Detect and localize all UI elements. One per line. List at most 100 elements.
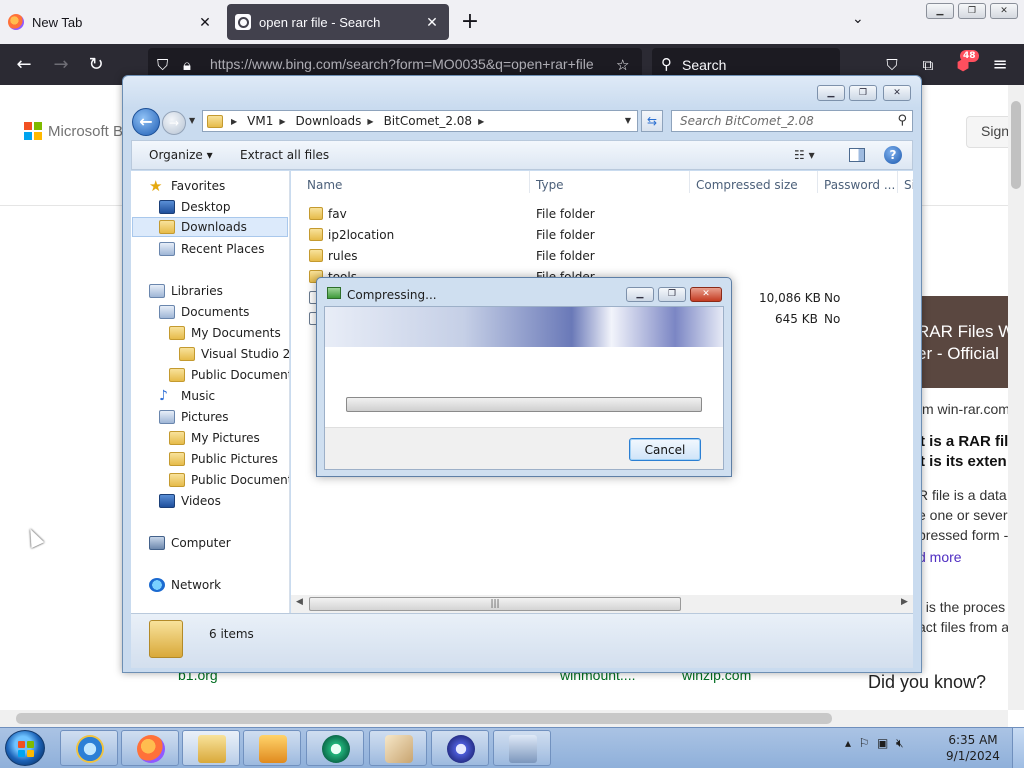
address-bar[interactable]: ▶ VM1 ▶ Downloads ▶ BitComet_2.08 ▶ ▼ (202, 110, 638, 132)
scroll-left-icon[interactable]: ◀ (296, 597, 303, 607)
breadcrumb-item[interactable]: BitComet_2.08 (384, 114, 473, 128)
lock-icon[interactable]: 🔒︎ (183, 56, 191, 74)
back-arrow-icon[interactable]: ← (132, 108, 160, 136)
refresh-button[interactable]: ⇆ (641, 110, 663, 132)
scrollbar-thumb[interactable]: ||| (309, 597, 681, 611)
nav-favorites[interactable]: ★ Favorites (149, 176, 225, 196)
search-input[interactable]: Search BitComet_2.08 ⚲ (671, 110, 913, 132)
file-row[interactable]: fav File folder (291, 204, 913, 225)
dialog-title-bar[interactable]: Compressing... ▁ ❐ ✕ (317, 278, 731, 308)
maximize-button[interactable]: ❐ (658, 287, 686, 302)
file-row[interactable]: ip2location File folder (291, 225, 913, 246)
side-source[interactable]: m win-rar.com (922, 401, 1010, 417)
nav-public-documents[interactable]: Public Documents (169, 365, 289, 385)
page-vertical-scrollbar[interactable] (1008, 85, 1024, 710)
nav-public-documents-2[interactable]: Public Documents (169, 470, 289, 490)
close-icon[interactable]: ✕ (423, 13, 441, 31)
taskbar-visual-studio[interactable] (431, 730, 489, 766)
breadcrumb-separator-icon[interactable]: ▶ (279, 117, 285, 126)
taskbar-firefox[interactable] (121, 730, 179, 766)
column-header-name[interactable]: Name (307, 178, 342, 192)
back-arrow-icon[interactable]: ← (12, 53, 36, 77)
breadcrumb-separator-icon[interactable]: ▶ (367, 117, 373, 126)
compressing-dialog: Compressing... ▁ ❐ ✕ Cancel (316, 277, 732, 477)
extract-all-button[interactable]: Extract all files (240, 148, 329, 162)
chevron-down-icon[interactable]: ▼ (625, 116, 631, 125)
close-icon[interactable]: ✕ (196, 13, 214, 31)
side-card-title[interactable]: RAR Files W er - Official (917, 321, 1014, 365)
explorer-title-bar[interactable]: ▁ ❐ ✕ (123, 76, 921, 108)
taskbar-media-player[interactable] (243, 730, 301, 766)
column-header-type[interactable]: Type (536, 178, 564, 192)
nav-recent-places[interactable]: Recent Places (159, 239, 264, 259)
file-list-horizontal-scrollbar[interactable]: ◀ ||| ▶ (291, 595, 913, 613)
chevron-down-icon[interactable]: ⌄ (852, 11, 864, 27)
firefox-icon (137, 735, 165, 763)
maximize-button[interactable]: ❐ (849, 85, 877, 101)
start-button[interactable] (5, 730, 45, 766)
preview-pane-icon[interactable] (849, 148, 865, 162)
menu-icon[interactable]: ≡ (988, 53, 1012, 77)
side-body-line: t is the proces (918, 599, 1006, 615)
nav-visual-studio[interactable]: Visual Studio 201 (179, 344, 289, 364)
breadcrumb-item[interactable]: VM1 (247, 114, 273, 128)
shield-icon[interactable]: ⛉ (157, 56, 168, 74)
minimize-button[interactable]: ▁ (926, 3, 954, 19)
nav-libraries[interactable]: Libraries (149, 281, 223, 301)
recent-pages-dropdown-icon[interactable]: ▼ (189, 116, 195, 125)
nav-network[interactable]: Network (149, 575, 221, 595)
minimize-button[interactable]: ▁ (817, 85, 845, 101)
compress-icon (327, 287, 341, 299)
reload-icon[interactable]: ↻ (84, 53, 108, 77)
close-dialog-button[interactable]: ✕ (690, 287, 722, 302)
nav-desktop[interactable]: Desktop (159, 197, 231, 217)
nav-public-pictures[interactable]: Public Pictures (169, 449, 278, 469)
taskbar-app-green[interactable] (306, 730, 364, 766)
taskbar-paint[interactable] (369, 730, 427, 766)
breadcrumb-separator-icon[interactable]: ▶ (231, 117, 237, 126)
nav-my-documents[interactable]: My Documents (169, 323, 281, 343)
nav-documents[interactable]: Documents (159, 302, 249, 322)
organize-button[interactable]: Organize ▾ (149, 148, 213, 162)
microsoft-bing-logo[interactable]: Microsoft Bi (24, 122, 126, 140)
nav-pictures[interactable]: Pictures (159, 407, 229, 427)
forward-arrow-icon[interactable]: → (162, 111, 186, 135)
search-icon (235, 14, 251, 30)
breadcrumb-item[interactable]: Downloads (296, 114, 362, 128)
close-window-button[interactable]: ✕ (990, 3, 1018, 19)
search-icon[interactable]: ⚲ (897, 113, 907, 128)
extensions-icon[interactable]: ⧉ (916, 53, 940, 77)
pocket-icon[interactable]: ⛉ (880, 53, 904, 77)
read-more-link[interactable]: d more (918, 549, 962, 565)
show-desktop-button[interactable] (1012, 728, 1024, 768)
nav-my-pictures[interactable]: My Pictures (169, 428, 260, 448)
cancel-button[interactable]: Cancel (629, 438, 701, 461)
tab-new-tab[interactable]: New Tab ✕ (0, 4, 222, 40)
file-row[interactable]: rules File folder (291, 246, 913, 267)
nav-computer[interactable]: Computer (149, 533, 231, 553)
nav-videos[interactable]: Videos (159, 491, 221, 511)
minimize-button[interactable]: ▁ (626, 287, 654, 302)
view-options-icon[interactable]: ☷ ▾ (794, 148, 815, 162)
taskbar-calculator[interactable] (493, 730, 551, 766)
taskbar-explorer[interactable] (182, 730, 240, 766)
system-tray[interactable]: ▴ ⚐ ▣ 🔇︎ (845, 736, 904, 751)
close-window-button[interactable]: ✕ (883, 85, 911, 101)
column-header-size[interactable]: Si (904, 178, 913, 192)
nav-downloads[interactable]: Downloads (132, 217, 288, 237)
clock[interactable]: 6:35 AM 9/1/2024 (940, 732, 1006, 764)
taskbar-internet-explorer[interactable] (60, 730, 118, 766)
restore-button[interactable]: ❐ (958, 3, 986, 19)
page-horizontal-scrollbar[interactable] (0, 710, 1008, 727)
breadcrumb-separator-icon[interactable]: ▶ (478, 117, 484, 126)
nav-music[interactable]: ♪ Music (159, 386, 215, 406)
column-header-compressed-size[interactable]: Compressed size (696, 178, 798, 192)
tab-search[interactable]: open rar file - Search ✕ (227, 4, 449, 40)
column-header-password[interactable]: Password ... (824, 178, 895, 192)
side-body-line: act files from a (918, 619, 1010, 635)
bookmark-star-icon[interactable]: ☆ (616, 56, 629, 74)
scroll-right-icon[interactable]: ▶ (901, 597, 908, 607)
forward-arrow-icon[interactable]: → (49, 53, 73, 77)
help-icon[interactable]: ? (884, 146, 902, 164)
new-tab-button[interactable]: + (458, 9, 482, 35)
